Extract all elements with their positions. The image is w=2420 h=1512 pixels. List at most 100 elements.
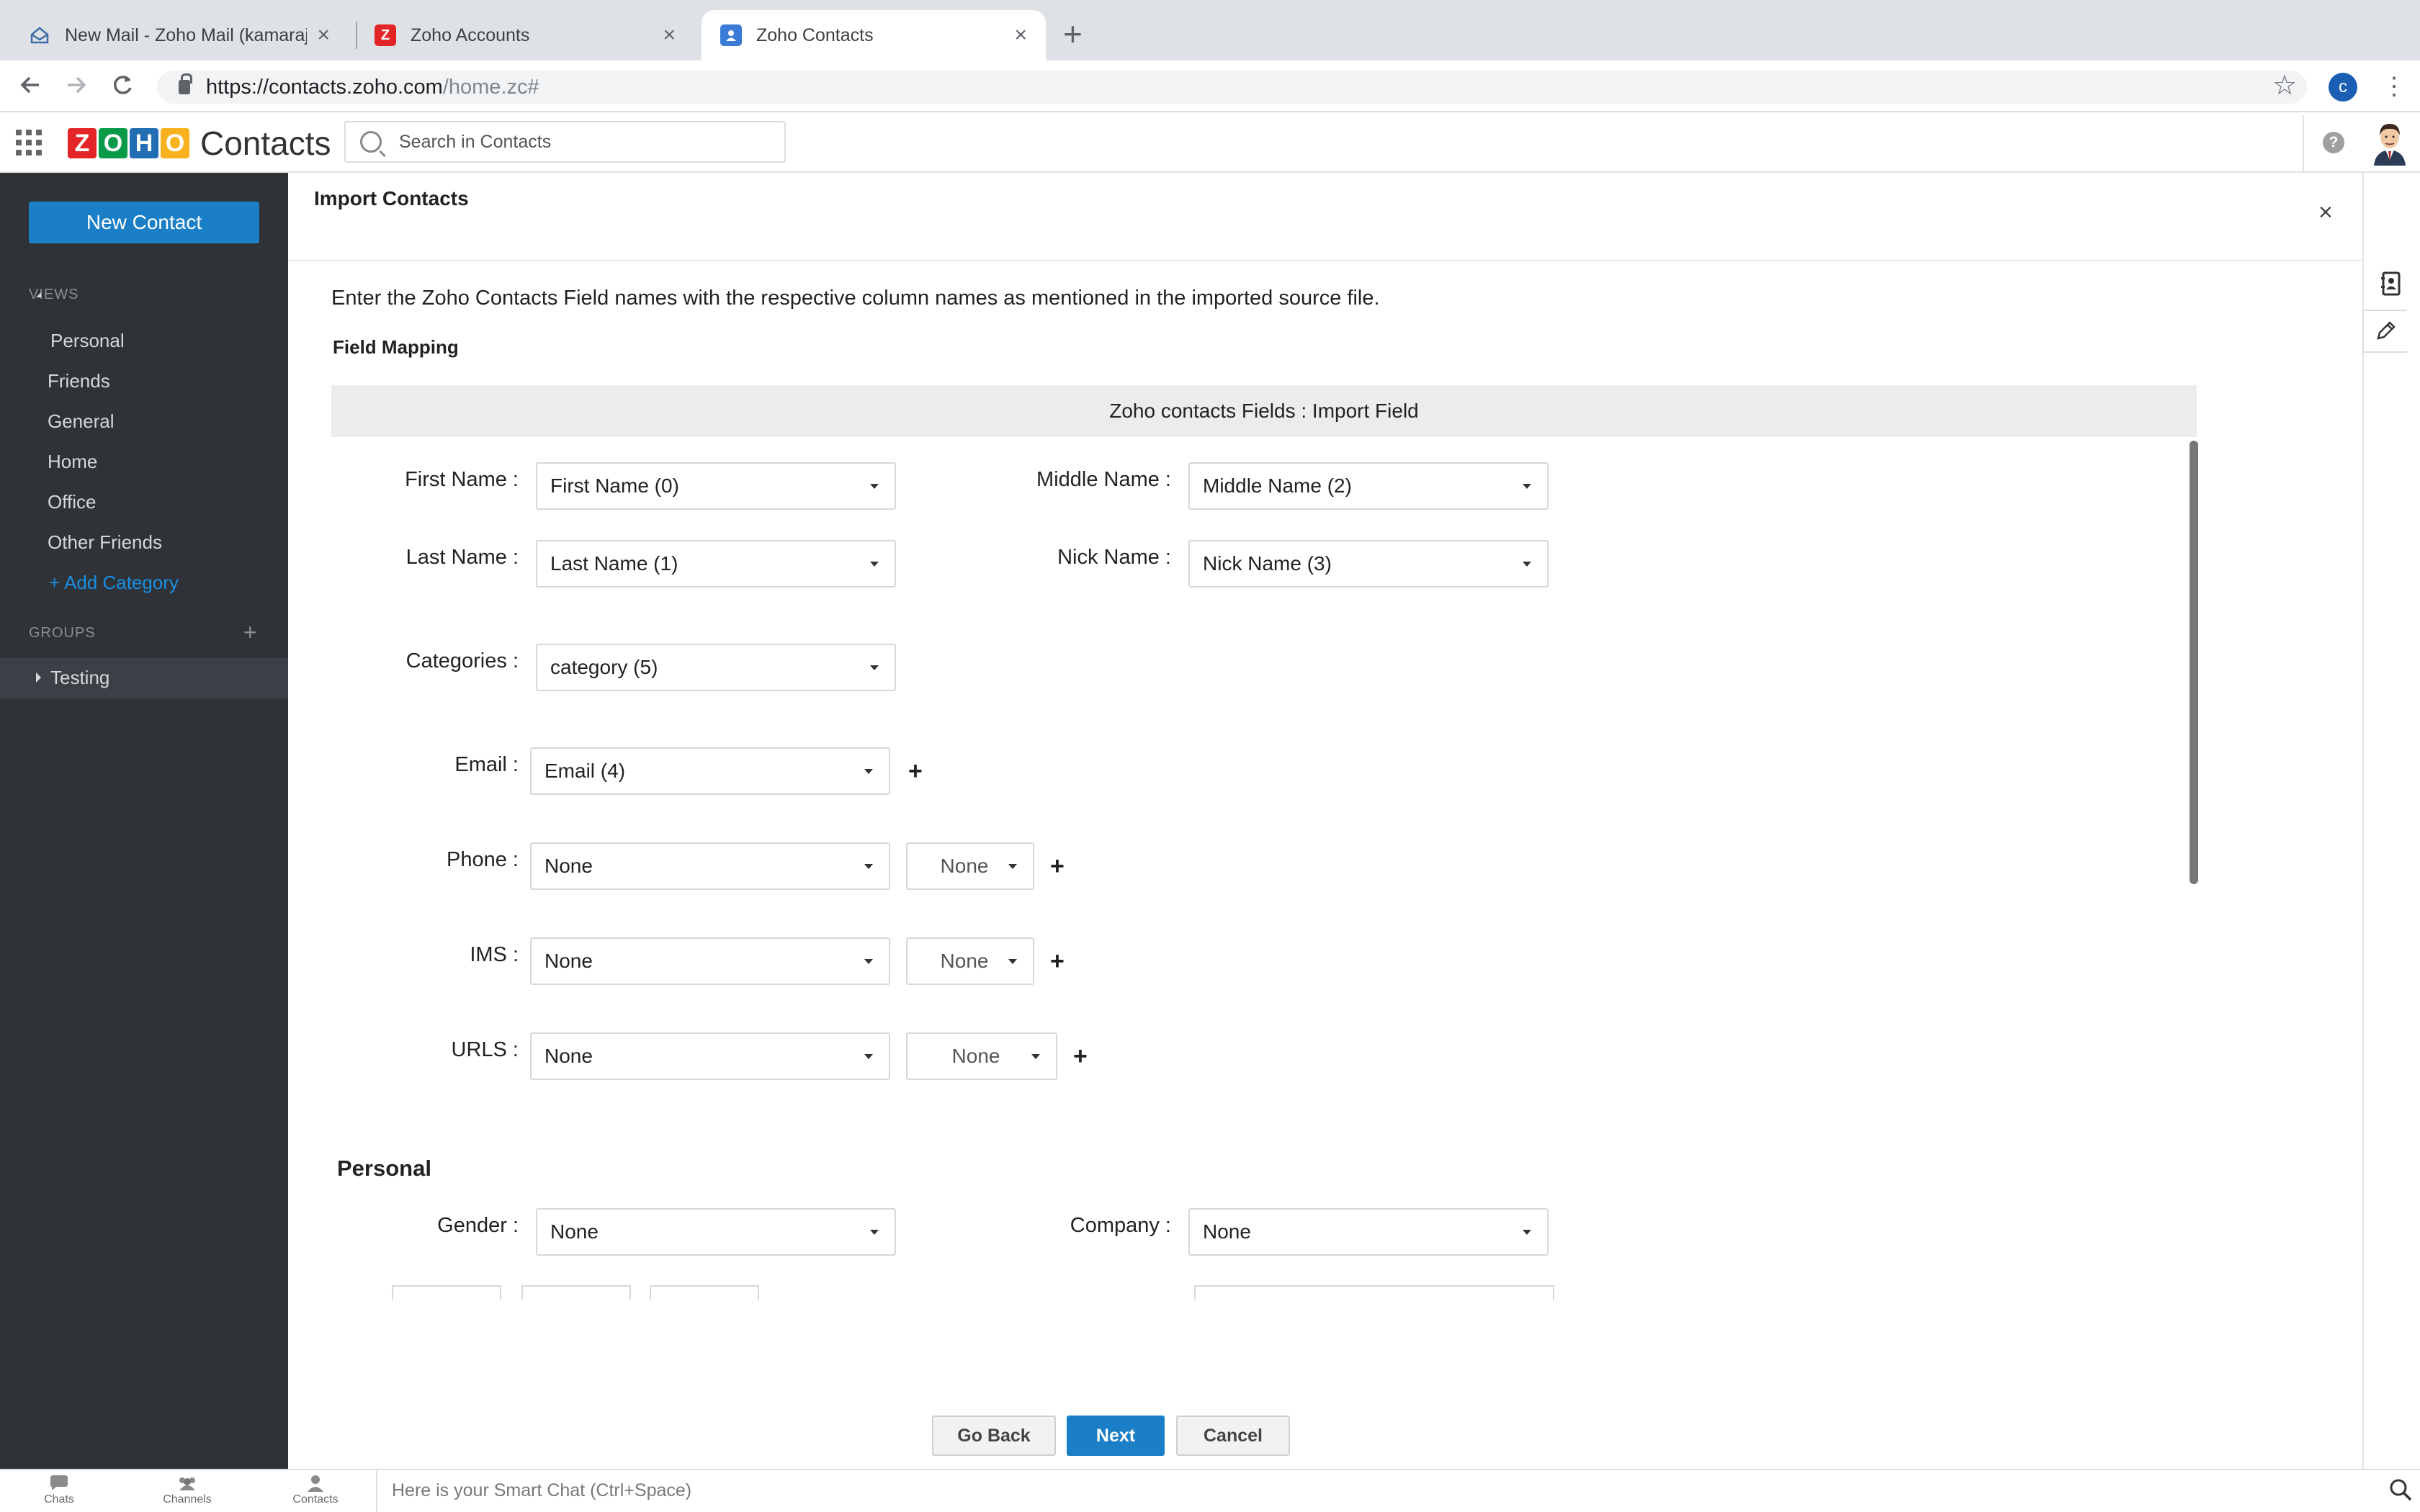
contacts-icon <box>720 24 742 46</box>
tab-title: New Mail - Zoho Mail (kamaraj <box>65 24 308 45</box>
address-bar[interactable]: https://contacts.zoho.com/home.zc# <box>157 71 2307 104</box>
app-launcher-icon[interactable] <box>16 130 42 156</box>
personal-section-heading: Personal <box>337 1156 431 1181</box>
dropdown-arrow-icon <box>870 665 879 670</box>
expand-caret-icon[interactable] <box>36 672 41 683</box>
field-mapping-heading: Field Mapping <box>333 336 459 358</box>
bookmark-star-icon[interactable]: ☆ <box>2272 69 2297 102</box>
pencil-icon[interactable] <box>2362 310 2407 353</box>
company-select[interactable]: None <box>1188 1208 1549 1256</box>
browser-menu-icon[interactable]: ⋮ <box>2382 72 2406 101</box>
url-host: https://contacts.zoho.com <box>206 75 443 99</box>
go-back-button[interactable]: Go Back <box>932 1416 1056 1456</box>
smart-chat-placeholder: Here is your Smart Chat (Ctrl+Space) <box>392 1480 692 1500</box>
gender-label: Gender : <box>437 1214 519 1237</box>
new-tab-button[interactable]: + <box>1063 16 1083 52</box>
sidebar-item-other-friends[interactable]: Other Friends <box>48 531 162 554</box>
dropdown-arrow-icon <box>864 863 873 869</box>
app-name: Contacts <box>200 125 331 162</box>
nick-name-select[interactable]: Nick Name (3) <box>1188 540 1549 588</box>
collapse-caret-icon[interactable] <box>35 290 43 303</box>
sidebar <box>0 173 288 1469</box>
address-book-icon[interactable] <box>2370 264 2413 303</box>
close-icon[interactable]: × <box>317 23 330 48</box>
dropdown-arrow-icon <box>1008 863 1017 869</box>
contacts-label: Contacts <box>292 1493 339 1506</box>
add-url-icon[interactable]: + <box>1073 1044 1088 1068</box>
profile-avatar[interactable]: c <box>2329 73 2357 102</box>
back-arrow-icon[interactable] <box>17 72 43 104</box>
select-value: First Name (0) <box>550 474 679 497</box>
tab-zoho-accounts[interactable]: Z Zoho Accounts × <box>356 10 694 60</box>
phone-type-select[interactable]: None <box>906 842 1034 890</box>
tab-title: Zoho Accounts <box>411 24 530 45</box>
person-icon <box>305 1473 326 1493</box>
search-input[interactable]: Search in Contacts <box>344 121 786 163</box>
ims-select[interactable]: None <box>530 937 890 985</box>
categories-select[interactable]: category (5) <box>536 644 896 691</box>
dropdown-arrow-icon <box>864 1053 873 1059</box>
chat-bubble-icon <box>48 1473 70 1493</box>
add-ims-icon[interactable]: + <box>1050 949 1065 973</box>
contacts-tab[interactable]: Contacts <box>272 1473 359 1506</box>
sidebar-item-home[interactable]: Home <box>48 451 97 473</box>
middle-name-select[interactable]: Middle Name (2) <box>1188 462 1549 510</box>
next-button[interactable]: Next <box>1067 1416 1165 1456</box>
reload-icon[interactable] <box>109 72 135 104</box>
select-value: None <box>1203 1220 1251 1243</box>
sidebar-item-friends[interactable]: Friends <box>48 370 110 392</box>
add-category-link[interactable]: + Add Category <box>49 572 179 594</box>
sidebar-item-general[interactable]: General <box>48 410 115 433</box>
search-icon[interactable] <box>2388 1477 2413 1506</box>
select-value: None <box>550 1220 599 1243</box>
email-select[interactable]: Email (4) <box>530 747 890 795</box>
close-icon[interactable]: × <box>2318 200 2333 225</box>
dropdown-arrow-icon <box>1008 958 1017 964</box>
scrollbar[interactable] <box>2190 441 2198 884</box>
tab-zoho-mail[interactable]: New Mail - Zoho Mail (kamaraj × <box>10 10 349 60</box>
phone-select[interactable]: None <box>530 842 890 890</box>
instructions-text: Enter the Zoho Contacts Field names with… <box>331 287 1380 310</box>
sidebar-item-personal[interactable]: Personal <box>50 330 125 352</box>
forward-arrow-icon[interactable] <box>63 72 89 104</box>
select-value: category (5) <box>550 656 658 678</box>
ims-type-select[interactable]: None <box>906 937 1034 985</box>
select-value: None <box>940 855 989 877</box>
chats-tab[interactable]: Chats <box>16 1473 102 1506</box>
first-name-select[interactable]: First Name (0) <box>536 462 896 510</box>
last-name-select[interactable]: Last Name (1) <box>536 540 896 588</box>
nick-name-label: Nick Name : <box>1057 546 1171 569</box>
add-group-icon[interactable]: + <box>243 619 257 646</box>
tab-zoho-contacts[interactable]: Zoho Contacts × <box>702 10 1046 60</box>
search-placeholder: Search in Contacts <box>399 131 552 152</box>
dropdown-arrow-icon <box>1523 483 1531 489</box>
gender-select[interactable]: None <box>536 1208 896 1256</box>
first-name-label: First Name : <box>405 468 519 491</box>
zoho-contacts-logo[interactable]: Z O H O Contacts <box>68 124 331 163</box>
dropdown-arrow-icon <box>1031 1053 1040 1059</box>
add-phone-icon[interactable]: + <box>1050 854 1065 878</box>
dropdown-arrow-icon <box>870 561 879 567</box>
urls-type-select[interactable]: None <box>906 1032 1057 1080</box>
help-icon[interactable]: ? <box>2323 132 2344 153</box>
close-icon[interactable]: × <box>1014 23 1027 48</box>
sidebar-item-testing[interactable] <box>0 658 288 698</box>
urls-select[interactable]: None <box>530 1032 890 1080</box>
sidebar-item-label: Testing <box>50 667 110 688</box>
cancel-button[interactable]: Cancel <box>1176 1416 1290 1456</box>
right-utility-strip <box>2362 173 2420 1469</box>
last-name-label: Last Name : <box>405 546 519 569</box>
logo-letter: Z <box>68 128 97 158</box>
user-avatar[interactable] <box>2370 120 2410 166</box>
channels-tab[interactable]: Channels <box>144 1473 230 1506</box>
smart-chat-input[interactable]: Here is your Smart Chat (Ctrl+Space) <box>376 1469 2378 1512</box>
new-contact-button[interactable]: New Contact <box>29 202 259 243</box>
panel-title: Import Contacts <box>314 187 469 210</box>
import-contacts-panel <box>288 173 2362 1469</box>
sidebar-item-office[interactable]: Office <box>48 491 96 513</box>
select-value: None <box>544 1045 593 1067</box>
close-icon[interactable]: × <box>663 23 676 48</box>
add-email-icon[interactable]: + <box>908 759 923 783</box>
search-icon <box>360 131 382 153</box>
categories-label: Categories : <box>405 649 519 672</box>
